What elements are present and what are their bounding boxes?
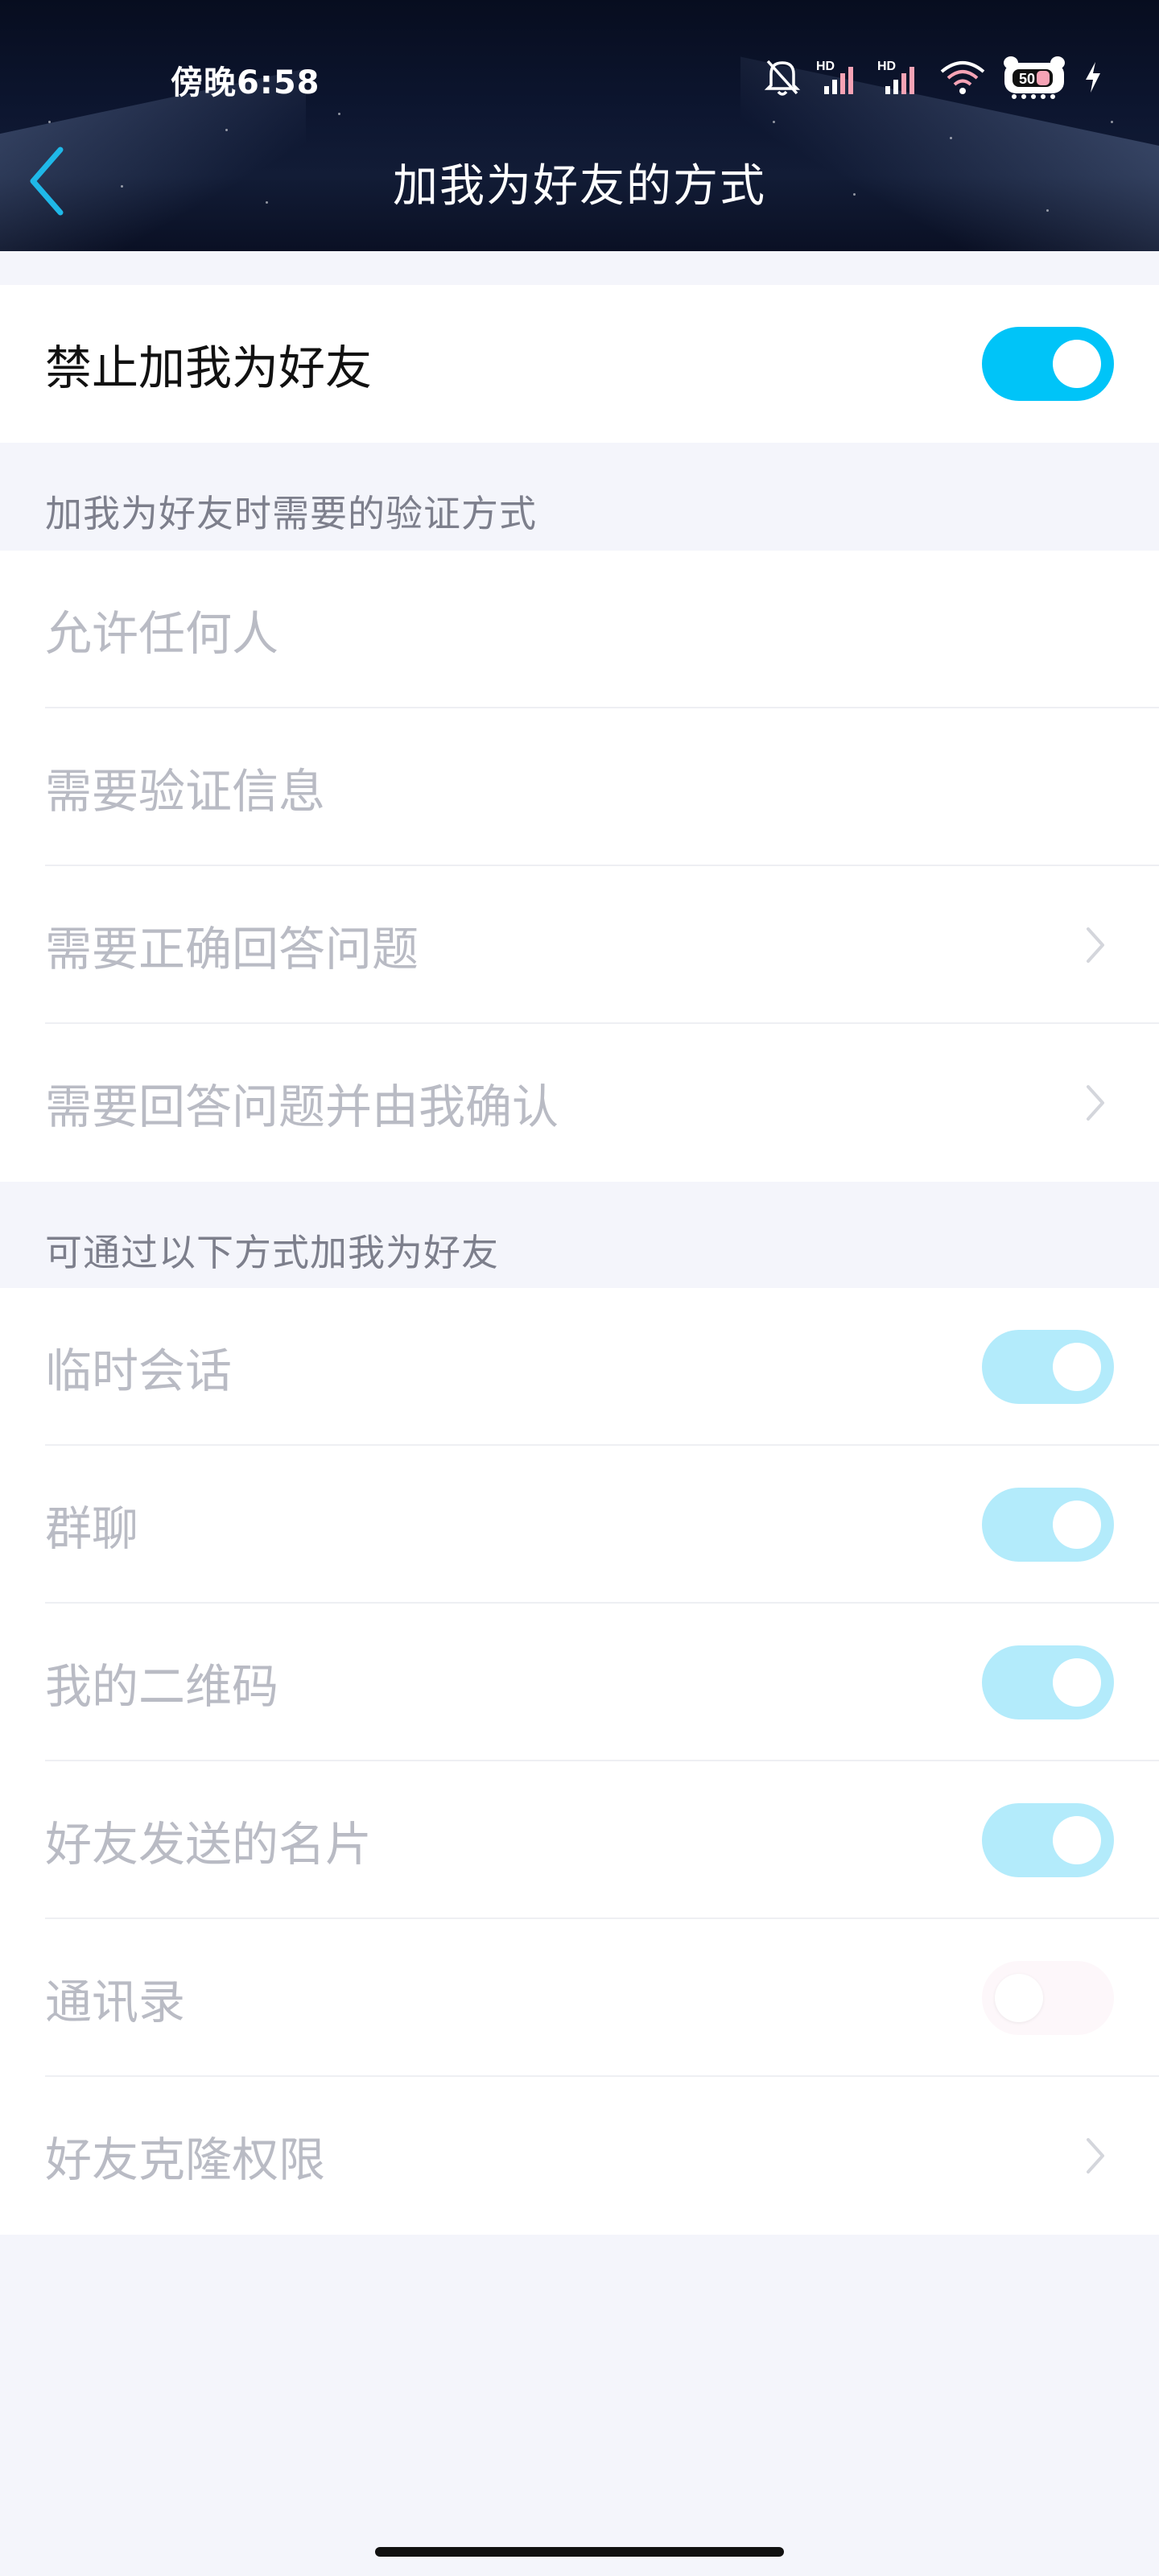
bell-off-icon [764,60,801,96]
wifi-icon [940,61,985,94]
toggle-knob [995,1974,1043,2022]
address-book-toggle[interactable] [982,1961,1114,2035]
contact-card-toggle[interactable] [982,1803,1114,1877]
toggle-knob [1053,1501,1101,1549]
temp-chat-toggle[interactable] [982,1330,1114,1404]
star-decoration [338,113,340,115]
verification-option-anyone[interactable]: 允许任何人 [0,551,1159,708]
channel-contact-card[interactable]: 好友发送的名片 [0,1761,1159,1919]
channels-section-header: 可通过以下方式加我为好友 [45,1231,499,1274]
chevron-right-icon [1087,2138,1104,2174]
verification-section-header: 加我为好友时需要的验证方式 [45,492,537,535]
verification-option-label: 允许任何人 [45,606,279,661]
channel-label: 通讯录 [45,1975,186,2029]
svg-text:HD: HD [816,60,835,73]
verification-option-label: 需要回答问题并由我确认 [45,1080,559,1134]
verification-option-message[interactable]: 需要验证信息 [0,708,1159,866]
block-friend-label: 禁止加我为好友 [45,341,373,395]
channel-friend-clone[interactable]: 好友克隆权限 [0,2077,1159,2235]
toggle-knob [1053,340,1101,388]
star-decoration [225,129,228,131]
block-friend-card: 禁止加我为好友 [0,285,1159,443]
signal-hd-icon: HD [877,60,914,94]
svg-text:HD: HD [877,60,896,73]
home-indicator[interactable] [375,2547,784,2557]
channel-temp-chat[interactable]: 临时会话 [0,1288,1159,1446]
verification-option-label: 需要正确回答问题 [45,922,419,976]
toggle-knob [1053,1343,1101,1391]
channel-label: 好友发送的名片 [45,1817,373,1872]
channel-label: 临时会话 [45,1344,233,1398]
verification-option-answer-question[interactable]: 需要正确回答问题 [0,866,1159,1024]
toggle-knob [1053,1816,1101,1864]
signal-hd-icon: HD [816,60,853,94]
star-decoration [950,137,952,139]
verification-card: 允许任何人 需要验证信息 需要正确回答问题 需要回答问题并由我确认 [0,551,1159,1182]
channel-label: 我的二维码 [45,1659,279,1714]
qr-code-toggle[interactable] [982,1645,1114,1719]
battery-level: 50 [1019,71,1035,87]
channel-group-chat[interactable]: 群聊 [0,1446,1159,1604]
chevron-right-icon [1087,927,1104,963]
status-time: 傍晚6:58 [171,64,320,101]
app-header: 傍晚6:58 HD HD 50 加我为好友的方式 [0,0,1159,251]
bolt-icon [1086,62,1100,93]
status-icons: HD HD 50 [763,53,1103,101]
channel-label: 好友克隆权限 [45,2132,326,2187]
verification-option-label: 需要验证信息 [45,764,326,819]
channel-address-book[interactable]: 通讯录 [0,1919,1159,2077]
verification-option-answer-confirm[interactable]: 需要回答问题并由我确认 [0,1024,1159,1182]
page-title: 加我为好友的方式 [393,160,766,213]
channels-card: 临时会话 群聊 我的二维码 好友发送的名片 通讯录 好友克隆权限 [0,1288,1159,2235]
star-decoration [48,121,51,123]
channel-label: 群聊 [45,1501,139,1556]
battery-icon: 50 [1004,56,1065,99]
group-chat-toggle[interactable] [982,1488,1114,1562]
block-friend-row[interactable]: 禁止加我为好友 [0,285,1159,443]
block-friend-toggle[interactable] [982,327,1114,401]
channel-qr-code[interactable]: 我的二维码 [0,1604,1159,1761]
star-decoration [773,121,775,123]
chevron-right-icon [1087,1085,1104,1121]
star-decoration [1111,121,1113,123]
toggle-knob [1053,1658,1101,1707]
